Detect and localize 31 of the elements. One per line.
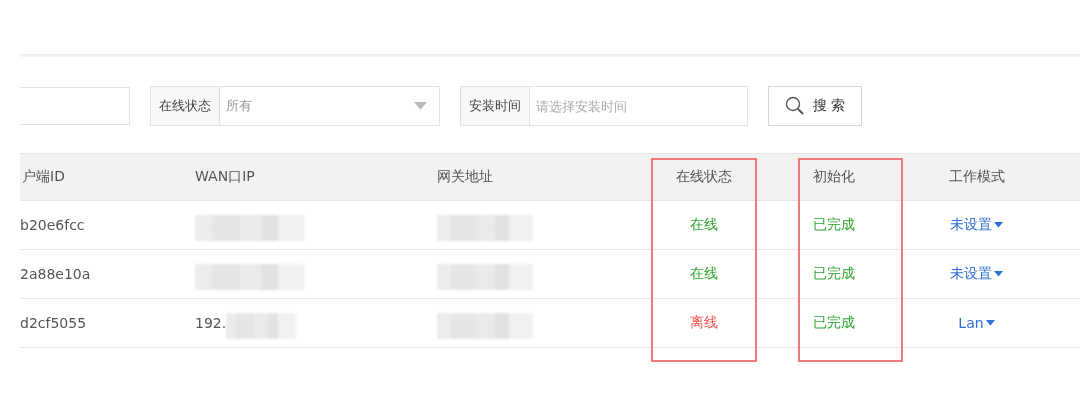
mode-dropdown[interactable]: Lan [958,315,995,331]
column-header: 网关地址 [420,153,651,201]
status-select[interactable]: 在线状态 所有 [150,86,440,126]
column-header: 工作模式 [903,153,1080,201]
column-header: 户端ID [20,153,175,201]
mode-dropdown[interactable]: 未设置 [950,265,1003,283]
caret-icon [414,102,427,110]
status-text: 已完成 [813,265,855,283]
status-text: 离线 [690,314,718,332]
status-text: 在线 [690,265,718,283]
table-cell: b20e6fcc [20,217,85,233]
input-field[interactable] [20,87,130,125]
column-header: 初始化 [798,153,903,201]
status-text: 已完成 [813,314,855,332]
column-header: WAN口IP [175,153,420,201]
status-text: 已完成 [813,216,855,234]
caret-icon [994,222,1003,228]
table-cell: d2cf5055 [20,315,87,331]
search-button[interactable]: 搜 索 [768,86,862,126]
column-header: 在线状态 [651,153,757,201]
field-label: 安装时间 [461,87,530,125]
field-label: 在线状态 [151,87,220,125]
caret-icon [985,320,995,326]
select-value: 所有 [226,97,252,115]
mode-dropdown[interactable]: 未设置 [950,216,1003,234]
caret-icon [994,271,1003,277]
table-cell: 192. [195,315,227,331]
search-icon [784,96,805,116]
table-cell: 2a88e10a [20,266,91,282]
status-text: 在线 [690,216,718,234]
date-field[interactable]: 安装时间 请选择安装时间 [460,86,748,126]
